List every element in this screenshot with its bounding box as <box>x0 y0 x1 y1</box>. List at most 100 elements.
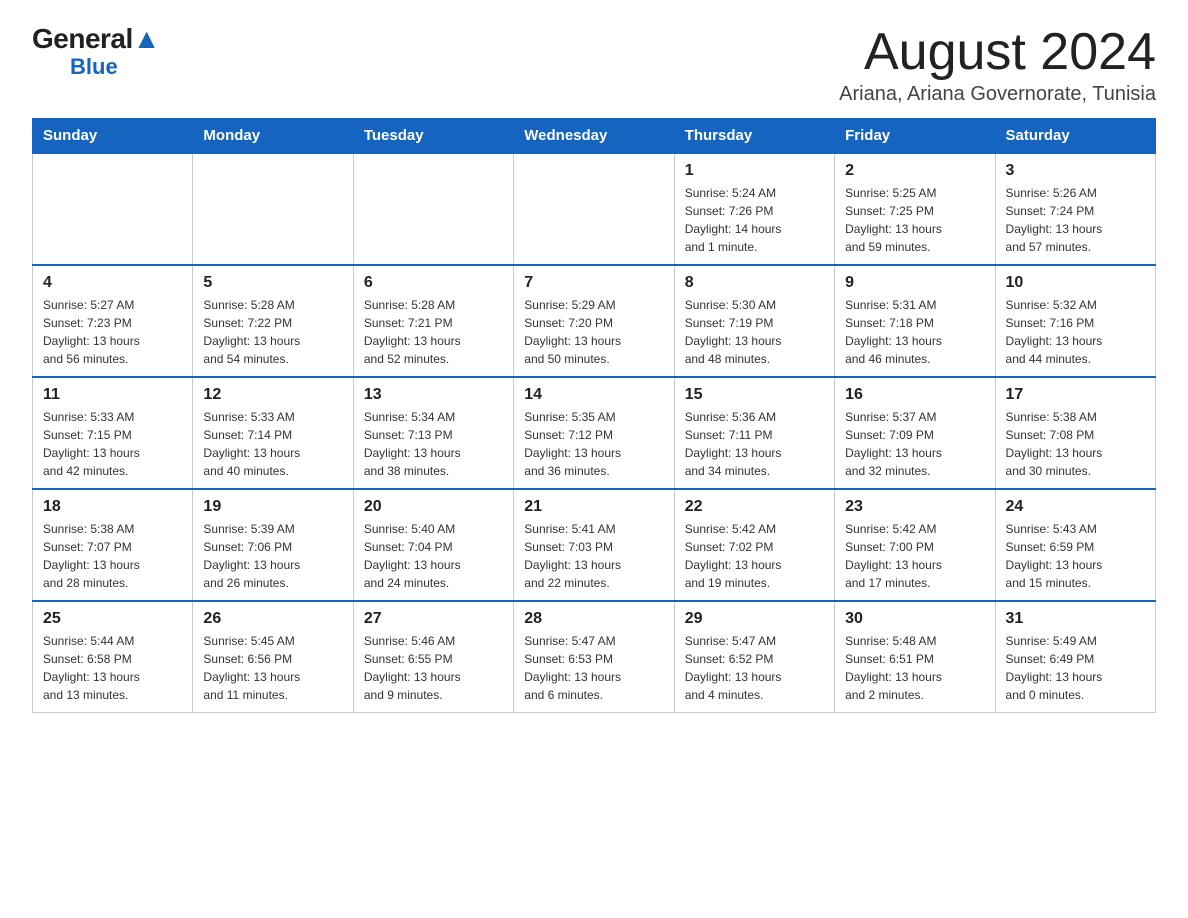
day-number: 15 <box>685 386 824 404</box>
location: Ariana, Ariana Governorate, Tunisia <box>839 83 1156 106</box>
calendar-cell: 19 Sunrise: 5:39 AM Sunset: 7:06 PM Dayli… <box>193 489 353 601</box>
week-row-2: 4Sunrise: 5:27 AM Sunset: 7:23 PM Daylig… <box>33 265 1156 377</box>
calendar-cell: 1 Sunrise: 5:24 AM Sunset: 7:26 PM Daylig… <box>674 153 834 265</box>
week-row-5: 25 Sunrise: 5:44 AM Sunset: 6:58 PM Dayli… <box>33 601 1156 713</box>
day-number: 26 <box>203 610 342 628</box>
col-thursday: Thursday <box>674 119 834 154</box>
page-header: General▲ Blue August 2024 Ariana, Ariana… <box>32 24 1156 106</box>
logo-triangle-icon: ▲ <box>133 23 160 54</box>
calendar-cell: 18Sunrise: 5:38 AM Sunset: 7:07 PM Dayli… <box>33 489 193 601</box>
day-number: 17 <box>1006 386 1145 404</box>
month-title: August 2024 <box>839 24 1156 81</box>
day-info: Sunrise: 5:39 AM Sunset: 7:06 PM Dayligh… <box>203 520 342 592</box>
calendar-cell: 23Sunrise: 5:42 AM Sunset: 7:00 PM Dayli… <box>835 489 995 601</box>
day-number: 25 <box>43 610 182 628</box>
day-info: Sunrise: 5:45 AM Sunset: 6:56 PM Dayligh… <box>203 632 342 704</box>
calendar-cell: 16Sunrise: 5:37 AM Sunset: 7:09 PM Dayli… <box>835 377 995 489</box>
day-number: 18 <box>43 498 182 516</box>
calendar-cell: 26 Sunrise: 5:45 AM Sunset: 6:56 PM Dayli… <box>193 601 353 713</box>
day-number: 3 <box>1006 162 1145 180</box>
day-number: 6 <box>364 274 503 292</box>
calendar-header-row: Sunday Monday Tuesday Wednesday Thursday… <box>33 119 1156 154</box>
day-number: 29 <box>685 610 824 628</box>
calendar-cell: 20 Sunrise: 5:40 AM Sunset: 7:04 PM Dayli… <box>353 489 513 601</box>
day-number: 30 <box>845 610 984 628</box>
day-info: Sunrise: 5:24 AM Sunset: 7:26 PM Dayligh… <box>685 184 824 256</box>
day-info: Sunrise: 5:33 AM Sunset: 7:15 PM Dayligh… <box>43 408 182 480</box>
day-info: Sunrise: 5:41 AM Sunset: 7:03 PM Dayligh… <box>524 520 663 592</box>
day-info: Sunrise: 5:25 AM Sunset: 7:25 PM Dayligh… <box>845 184 984 256</box>
calendar-cell: 21 Sunrise: 5:41 AM Sunset: 7:03 PM Dayli… <box>514 489 674 601</box>
day-number: 7 <box>524 274 663 292</box>
day-number: 11 <box>43 386 182 404</box>
day-info: Sunrise: 5:33 AM Sunset: 7:14 PM Dayligh… <box>203 408 342 480</box>
calendar-table: Sunday Monday Tuesday Wednesday Thursday… <box>32 118 1156 713</box>
day-info: Sunrise: 5:38 AM Sunset: 7:08 PM Dayligh… <box>1006 408 1145 480</box>
day-info: Sunrise: 5:26 AM Sunset: 7:24 PM Dayligh… <box>1006 184 1145 256</box>
calendar-cell: 12 Sunrise: 5:33 AM Sunset: 7:14 PM Dayli… <box>193 377 353 489</box>
logo: General▲ Blue <box>32 24 160 79</box>
day-number: 9 <box>845 274 984 292</box>
day-info: Sunrise: 5:35 AM Sunset: 7:12 PM Dayligh… <box>524 408 663 480</box>
day-number: 2 <box>845 162 984 180</box>
calendar-cell <box>33 153 193 265</box>
col-monday: Monday <box>193 119 353 154</box>
calendar-cell: 31 Sunrise: 5:49 AM Sunset: 6:49 PM Dayli… <box>995 601 1155 713</box>
day-info: Sunrise: 5:37 AM Sunset: 7:09 PM Dayligh… <box>845 408 984 480</box>
day-number: 1 <box>685 162 824 180</box>
day-number: 19 <box>203 498 342 516</box>
day-number: 31 <box>1006 610 1145 628</box>
day-info: Sunrise: 5:29 AM Sunset: 7:20 PM Dayligh… <box>524 296 663 368</box>
day-info: Sunrise: 5:44 AM Sunset: 6:58 PM Dayligh… <box>43 632 182 704</box>
calendar-cell: 3 Sunrise: 5:26 AM Sunset: 7:24 PM Daylig… <box>995 153 1155 265</box>
calendar-cell: 2 Sunrise: 5:25 AM Sunset: 7:25 PM Daylig… <box>835 153 995 265</box>
calendar-cell: 8Sunrise: 5:30 AM Sunset: 7:19 PM Daylig… <box>674 265 834 377</box>
calendar-cell: 30 Sunrise: 5:48 AM Sunset: 6:51 PM Dayli… <box>835 601 995 713</box>
day-info: Sunrise: 5:28 AM Sunset: 7:21 PM Dayligh… <box>364 296 503 368</box>
calendar-cell: 29 Sunrise: 5:47 AM Sunset: 6:52 PM Dayli… <box>674 601 834 713</box>
day-number: 28 <box>524 610 663 628</box>
day-number: 20 <box>364 498 503 516</box>
day-number: 24 <box>1006 498 1145 516</box>
day-info: Sunrise: 5:32 AM Sunset: 7:16 PM Dayligh… <box>1006 296 1145 368</box>
calendar-cell: 9 Sunrise: 5:31 AM Sunset: 7:18 PM Daylig… <box>835 265 995 377</box>
day-info: Sunrise: 5:42 AM Sunset: 7:02 PM Dayligh… <box>685 520 824 592</box>
calendar-cell: 10 Sunrise: 5:32 AM Sunset: 7:16 PM Dayli… <box>995 265 1155 377</box>
calendar-cell: 15 Sunrise: 5:36 AM Sunset: 7:11 PM Dayli… <box>674 377 834 489</box>
calendar-cell: 25 Sunrise: 5:44 AM Sunset: 6:58 PM Dayli… <box>33 601 193 713</box>
day-info: Sunrise: 5:47 AM Sunset: 6:53 PM Dayligh… <box>524 632 663 704</box>
calendar-cell <box>353 153 513 265</box>
calendar-cell: 22 Sunrise: 5:42 AM Sunset: 7:02 PM Dayli… <box>674 489 834 601</box>
day-info: Sunrise: 5:49 AM Sunset: 6:49 PM Dayligh… <box>1006 632 1145 704</box>
calendar-cell: 13 Sunrise: 5:34 AM Sunset: 7:13 PM Dayli… <box>353 377 513 489</box>
week-row-3: 11 Sunrise: 5:33 AM Sunset: 7:15 PM Dayli… <box>33 377 1156 489</box>
day-number: 21 <box>524 498 663 516</box>
week-row-1: 1 Sunrise: 5:24 AM Sunset: 7:26 PM Daylig… <box>33 153 1156 265</box>
day-info: Sunrise: 5:48 AM Sunset: 6:51 PM Dayligh… <box>845 632 984 704</box>
day-number: 12 <box>203 386 342 404</box>
day-info: Sunrise: 5:47 AM Sunset: 6:52 PM Dayligh… <box>685 632 824 704</box>
calendar-cell <box>514 153 674 265</box>
calendar-cell: 24 Sunrise: 5:43 AM Sunset: 6:59 PM Dayli… <box>995 489 1155 601</box>
day-info: Sunrise: 5:31 AM Sunset: 7:18 PM Dayligh… <box>845 296 984 368</box>
day-info: Sunrise: 5:27 AM Sunset: 7:23 PM Dayligh… <box>43 296 182 368</box>
calendar-cell <box>193 153 353 265</box>
logo-blue: Blue <box>70 55 118 79</box>
day-info: Sunrise: 5:28 AM Sunset: 7:22 PM Dayligh… <box>203 296 342 368</box>
calendar-cell: 4Sunrise: 5:27 AM Sunset: 7:23 PM Daylig… <box>33 265 193 377</box>
col-tuesday: Tuesday <box>353 119 513 154</box>
day-number: 22 <box>685 498 824 516</box>
day-info: Sunrise: 5:36 AM Sunset: 7:11 PM Dayligh… <box>685 408 824 480</box>
day-info: Sunrise: 5:46 AM Sunset: 6:55 PM Dayligh… <box>364 632 503 704</box>
col-wednesday: Wednesday <box>514 119 674 154</box>
day-info: Sunrise: 5:43 AM Sunset: 6:59 PM Dayligh… <box>1006 520 1145 592</box>
day-info: Sunrise: 5:34 AM Sunset: 7:13 PM Dayligh… <box>364 408 503 480</box>
calendar-cell: 27Sunrise: 5:46 AM Sunset: 6:55 PM Dayli… <box>353 601 513 713</box>
day-number: 10 <box>1006 274 1145 292</box>
col-sunday: Sunday <box>33 119 193 154</box>
day-number: 13 <box>364 386 503 404</box>
calendar-cell: 5 Sunrise: 5:28 AM Sunset: 7:22 PM Daylig… <box>193 265 353 377</box>
day-number: 5 <box>203 274 342 292</box>
day-info: Sunrise: 5:40 AM Sunset: 7:04 PM Dayligh… <box>364 520 503 592</box>
logo-general: General▲ <box>32 24 160 55</box>
